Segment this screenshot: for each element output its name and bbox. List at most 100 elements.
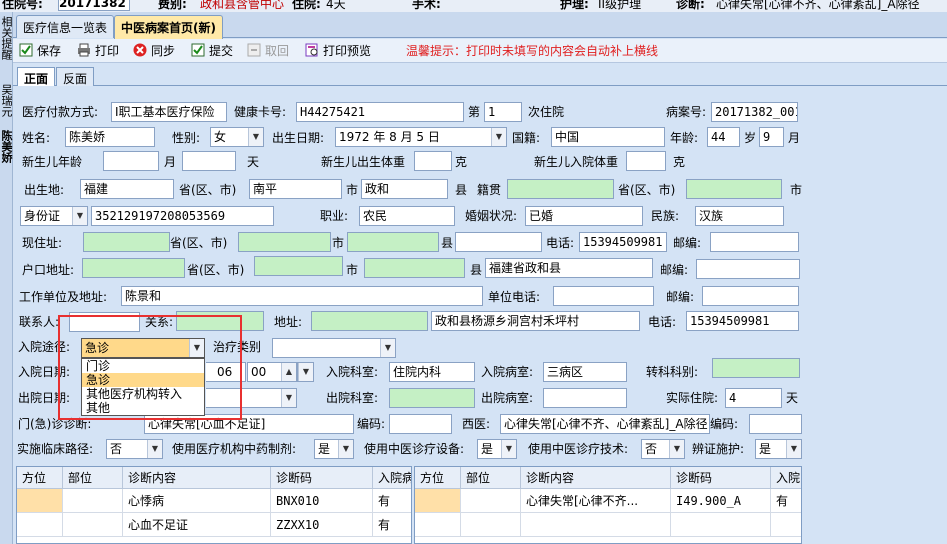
grid-header-content[interactable]: 诊断内容 xyxy=(123,467,271,489)
tcm-preparation-select[interactable]: 是 ▼ xyxy=(314,439,354,459)
table-cell[interactable]: I49.900_A xyxy=(671,489,771,513)
grid-header-code[interactable]: 诊断码 xyxy=(271,467,373,489)
table-cell[interactable]: 心血不足证 xyxy=(123,513,271,537)
grid-header-code[interactable]: 诊断码 xyxy=(671,467,771,489)
health-card-input[interactable]: H44275421 xyxy=(296,102,464,122)
revoke-button[interactable]: 取回 xyxy=(247,42,289,60)
work-zip-input[interactable] xyxy=(702,286,799,306)
western-code-input[interactable] xyxy=(749,414,802,434)
admission-time-spinner[interactable]: ▼ xyxy=(297,362,314,382)
tcm-equipment-select[interactable]: 是 ▼ xyxy=(477,439,517,459)
tab-back[interactable]: 反面 xyxy=(56,67,95,87)
contact-address-input[interactable]: 政和县杨源乡洞宫村禾坪村 xyxy=(431,311,640,331)
work-unit-input[interactable]: 陈景和 xyxy=(121,286,483,306)
hukou-detail-input[interactable]: 福建省政和县 xyxy=(485,258,653,278)
newborn-age-day-input[interactable] xyxy=(182,151,236,171)
grid-header-content[interactable]: 诊断内容 xyxy=(521,467,671,489)
native-province-input[interactable] xyxy=(507,179,614,199)
tab-tcm-case-home[interactable]: 中医病案首页(新) xyxy=(114,15,223,39)
print-preview-button[interactable]: 打印预览 xyxy=(305,42,371,60)
contact-address-region-input[interactable] xyxy=(311,311,428,331)
pay-method-input[interactable]: I职工基本医疗保险 xyxy=(111,102,227,122)
table-cell[interactable]: 心律失常[心律不齐... xyxy=(521,489,671,513)
grid-header-position[interactable]: 方位 xyxy=(415,467,461,489)
clinical-path-select[interactable]: 否 ▼ xyxy=(106,439,163,459)
current-zip-input[interactable] xyxy=(710,232,799,252)
occupation-input[interactable]: 农民 xyxy=(359,206,455,226)
case-no-input[interactable]: 20171382_001 xyxy=(711,102,798,122)
hukou-province-input[interactable] xyxy=(82,258,185,278)
table-cell[interactable]: 有 xyxy=(373,489,411,513)
current-county-input[interactable] xyxy=(347,232,439,252)
birthplace-city-input[interactable]: 南平 xyxy=(249,179,342,199)
grid-header-position[interactable]: 方位 xyxy=(17,467,63,489)
age-month-input[interactable]: 9 xyxy=(759,127,784,147)
table-cell[interactable] xyxy=(461,513,521,537)
current-detail-input[interactable] xyxy=(455,232,542,252)
table-cell[interactable] xyxy=(17,489,63,513)
hukou-county-input[interactable] xyxy=(364,258,465,278)
newborn-admission-weight-input[interactable] xyxy=(626,151,666,171)
tab-front[interactable]: 正面 xyxy=(17,67,56,88)
actual-stay-input[interactable]: 4 xyxy=(725,388,782,408)
newborn-age-month-input[interactable] xyxy=(103,151,159,171)
spin-icon[interactable]: ▲ xyxy=(281,363,296,381)
admission-nth-input[interactable]: 1 xyxy=(484,102,522,122)
native-city-input[interactable] xyxy=(686,179,782,199)
print-button[interactable]: 打印 xyxy=(77,42,119,60)
save-button[interactable]: 保存 xyxy=(19,42,61,60)
work-phone-input[interactable] xyxy=(553,286,654,306)
birthplace-county-input[interactable]: 政和 xyxy=(361,179,448,199)
western-diagnosis-input[interactable]: 心律失常[心律不齐、心律紊乱]_A除径 xyxy=(500,414,710,434)
side-tab-reminders[interactable]: 相关提醒 xyxy=(0,16,13,60)
submit-button[interactable]: 提交 xyxy=(191,42,233,60)
name-input[interactable]: 陈美娇 xyxy=(65,127,155,147)
treatment-type-select[interactable]: ▼ xyxy=(272,338,396,358)
grid-header-site[interactable]: 部位 xyxy=(461,467,521,489)
admission-ward-input[interactable]: 三病区 xyxy=(543,362,627,382)
sync-button[interactable]: 同步 xyxy=(133,42,175,60)
id-number-input[interactable]: 352129197208053569 xyxy=(91,206,274,226)
current-city-input[interactable] xyxy=(238,232,331,252)
phone-input[interactable]: 15394509981 xyxy=(579,232,667,252)
table-cell[interactable] xyxy=(63,513,123,537)
table-cell[interactable] xyxy=(415,513,461,537)
table-cell[interactable] xyxy=(17,513,63,537)
table-cell[interactable]: 有 xyxy=(373,513,411,537)
hukou-city-input[interactable] xyxy=(254,256,343,276)
table-cell[interactable] xyxy=(521,513,671,537)
table-cell[interactable]: ZZXX10 xyxy=(271,513,373,537)
current-province-input[interactable] xyxy=(83,232,170,252)
table-cell[interactable]: 心悸病 xyxy=(123,489,271,513)
table-cell[interactable]: BNX010 xyxy=(271,489,373,513)
ethnicity-input[interactable]: 汉族 xyxy=(695,206,784,226)
syndrome-care-select[interactable]: 是 ▼ xyxy=(755,439,802,459)
transfer-dept-input[interactable] xyxy=(712,358,800,378)
side-tab-doctor[interactable]: 吴瑞元 xyxy=(0,84,13,117)
grid-header-admission[interactable]: 入院病 xyxy=(373,467,411,489)
grid-header-site[interactable]: 部位 xyxy=(63,467,123,489)
birthplace-province-input[interactable]: 福建 xyxy=(80,179,174,199)
hukou-zip-input[interactable] xyxy=(696,259,800,279)
table-cell[interactable] xyxy=(63,489,123,513)
age-input[interactable]: 44 xyxy=(707,127,740,147)
grid-header-admission[interactable]: 入院 xyxy=(771,467,801,489)
side-tab-patient[interactable]: 陈美娇 xyxy=(0,130,13,163)
tab-medical-overview[interactable]: 医疗信息一览表 xyxy=(16,15,115,38)
table-cell[interactable] xyxy=(771,513,801,537)
admission-minute-select[interactable]: 00 ▲ xyxy=(247,362,297,382)
table-cell[interactable] xyxy=(415,489,461,513)
nationality-input[interactable]: 中国 xyxy=(551,127,665,147)
sex-select[interactable]: 女 ▼ xyxy=(210,127,264,147)
table-cell[interactable] xyxy=(461,489,521,513)
discharge-ward-input[interactable] xyxy=(543,388,627,408)
id-type-select[interactable]: 身份证 ▼ xyxy=(20,206,88,226)
contact-phone-input[interactable]: 15394509981 xyxy=(686,311,799,331)
table-cell[interactable] xyxy=(671,513,771,537)
tcm-technique-select[interactable]: 否 ▼ xyxy=(641,439,685,459)
marital-status-input[interactable]: 已婚 xyxy=(525,206,643,226)
discharge-dept-input[interactable] xyxy=(389,388,475,408)
birth-date-picker[interactable]: 1972 年 8 月 5 日 ▼ xyxy=(335,127,507,147)
tcm-code-input[interactable] xyxy=(389,414,452,434)
admission-dept-input[interactable]: 住院内科 xyxy=(389,362,475,382)
